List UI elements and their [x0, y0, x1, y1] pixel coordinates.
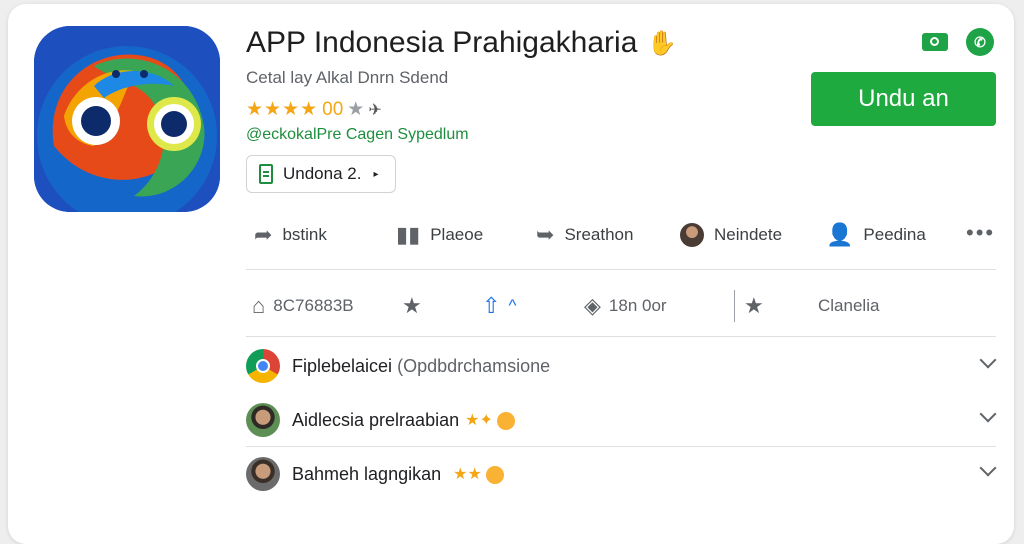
person-icon: 👤: [826, 222, 854, 247]
share-icon: ➦: [254, 222, 273, 247]
divider: [246, 336, 996, 337]
divider: [246, 446, 996, 447]
face-emoji-icon: [496, 411, 515, 430]
more-icon[interactable]: •••: [966, 220, 995, 246]
action-label: Peedina: [863, 225, 926, 244]
rating-row: ★★★★ 00 ★ ✈: [246, 98, 382, 121]
category-link[interactable]: @eckokalPre Cagen Sypedlum: [246, 126, 469, 144]
tag-icon: ◈: [584, 293, 601, 318]
list-item[interactable]: Aidlecsia prelraabian ★✦: [246, 400, 1006, 440]
download-icon: ✈: [368, 101, 382, 119]
avatar: [246, 403, 280, 437]
stat-installs: ⌂ 8C76883B: [252, 286, 354, 326]
document-icon: [259, 164, 273, 184]
review-name: Bahmeh lagngikan: [292, 463, 442, 484]
avatar: [680, 223, 704, 247]
app-title-text: APP Indonesia Prahigakharia: [246, 26, 638, 59]
list-item[interactable]: Bahmeh lagngikan ★★: [246, 454, 1006, 494]
stat-category: Clanelia: [818, 286, 879, 326]
action-profile[interactable]: Neindete: [680, 216, 782, 254]
star-emoji-icon: ★★: [453, 464, 504, 484]
chevron-down-icon[interactable]: [979, 459, 997, 477]
small-caret-icon: ^: [508, 296, 517, 315]
action-chart[interactable]: ▮▮ Plaeoe: [396, 216, 483, 254]
list-item[interactable]: Fiplebelaicei (Opdbdrchamsione: [246, 346, 1006, 386]
stat-label: 8C76883B: [273, 296, 354, 315]
action-forward[interactable]: ➥ Sreathon: [536, 216, 633, 254]
rating-stars-icon: ★★★★: [246, 99, 319, 120]
star-outline-icon: ★: [347, 99, 365, 120]
thumb-icon: ⇧: [482, 293, 501, 318]
divider: [246, 269, 996, 270]
action-person[interactable]: 👤 Peedina: [826, 216, 926, 254]
developer-name[interactable]: Cetal lay Alkal Dnrn Sdend: [246, 68, 448, 88]
star-icon: ★: [744, 293, 764, 318]
app-detail-card: APP Indonesia Prahigakharia ✋ Cetal lay …: [8, 4, 1014, 544]
caret-right-icon: ▸: [373, 168, 379, 180]
version-chip-label: Undona 2.: [283, 164, 362, 183]
stat-label: Clanelia: [818, 296, 880, 315]
stat-star-2: ★: [744, 286, 764, 326]
review-title: Fiplebelaicei: [292, 355, 393, 376]
top-icons: ✆: [922, 28, 994, 56]
forward-icon: ➥: [536, 222, 555, 247]
face-emoji-icon: [485, 465, 504, 484]
star-emoji-icon: ★✦: [465, 410, 515, 430]
review-subtitle: (Opdbdrchamsione: [397, 355, 551, 376]
stat-tag: ◈ 18n 0or: [584, 286, 667, 326]
install-button[interactable]: Undu an: [811, 72, 996, 126]
rating-value: 00: [322, 98, 344, 120]
chrome-icon: [246, 349, 280, 383]
review-name: Fiplebelaicei (Opdbdrchamsione: [292, 356, 550, 377]
action-label: bstink: [282, 225, 327, 244]
review-name: Aidlecsia prelraabian: [292, 409, 460, 430]
app-logo: [34, 26, 220, 212]
home-icon: ⌂: [252, 293, 266, 318]
action-label: Plaeoe: [430, 225, 484, 244]
version-chip[interactable]: Undona 2. ▸: [246, 155, 396, 193]
avatar: [246, 457, 280, 491]
action-label: Sreathon: [564, 225, 634, 244]
camera-icon[interactable]: [922, 33, 948, 51]
stat-thumb: ⇧ ^: [482, 286, 516, 326]
stat-label: 18n 0or: [608, 296, 667, 315]
chart-icon: ▮▮: [396, 222, 421, 247]
app-title: APP Indonesia Prahigakharia ✋: [246, 26, 677, 60]
whatsapp-icon[interactable]: ✆: [966, 28, 994, 56]
chevron-down-icon[interactable]: [979, 351, 997, 369]
stat-star: ★: [402, 286, 422, 326]
action-share[interactable]: ➦ bstink: [254, 216, 327, 254]
action-row: ➦ bstink ▮▮ Plaeoe ➥ Sreathon Neindete 👤…: [246, 216, 1006, 254]
star-icon: ★: [402, 293, 422, 318]
separator: [734, 290, 735, 322]
stats-row: ⌂ 8C76883B ★ ⇧ ^ ◈ 18n 0or ★ Clanelia: [246, 286, 1006, 326]
chevron-down-icon[interactable]: [979, 405, 997, 423]
action-label: Neindete: [714, 225, 783, 244]
hand-icon: ✋: [647, 29, 678, 57]
